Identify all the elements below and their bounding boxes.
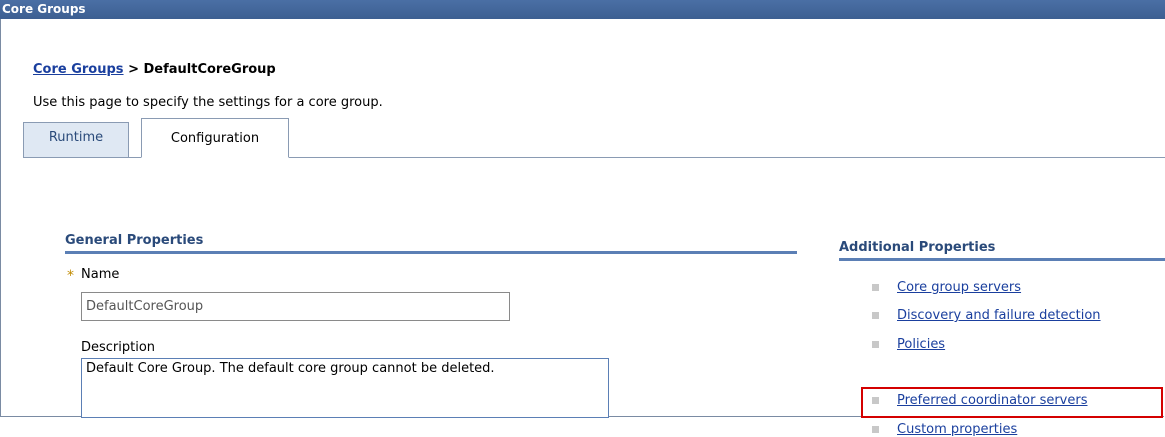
name-label: Name: [81, 267, 120, 282]
additional-properties-heading: Additional Properties: [839, 240, 996, 255]
general-properties-heading: General Properties: [65, 233, 204, 248]
bullet-icon: [872, 426, 879, 433]
link-discovery-failure-detection[interactable]: Discovery and failure detection: [897, 308, 1101, 323]
description-field[interactable]: Default Core Group. The default core gro…: [81, 358, 609, 418]
general-properties-rule: [65, 251, 797, 254]
highlight-box: [861, 387, 1163, 418]
link-custom-properties[interactable]: Custom properties: [897, 422, 1017, 437]
additional-properties-rule: [839, 258, 1165, 261]
tab-configuration[interactable]: Configuration: [141, 118, 289, 158]
required-marker-icon: *: [67, 268, 74, 284]
breadcrumb-separator: >: [123, 62, 144, 77]
page-description: Use this page to specify the settings fo…: [33, 95, 383, 110]
name-field[interactable]: [81, 292, 510, 321]
link-policies[interactable]: Policies: [897, 337, 945, 352]
panel-title: Core Groups: [0, 0, 1165, 19]
breadcrumb-current: DefaultCoreGroup: [143, 62, 276, 77]
bullet-icon: [872, 312, 879, 319]
bullet-icon: [872, 341, 879, 348]
tab-runtime[interactable]: Runtime: [23, 122, 129, 157]
breadcrumb: Core Groups > DefaultCoreGroup: [33, 62, 276, 77]
description-label: Description: [81, 340, 156, 355]
link-core-group-servers[interactable]: Core group servers: [897, 280, 1021, 295]
bullet-icon: [872, 284, 879, 291]
breadcrumb-link-core-groups[interactable]: Core Groups: [33, 62, 124, 77]
